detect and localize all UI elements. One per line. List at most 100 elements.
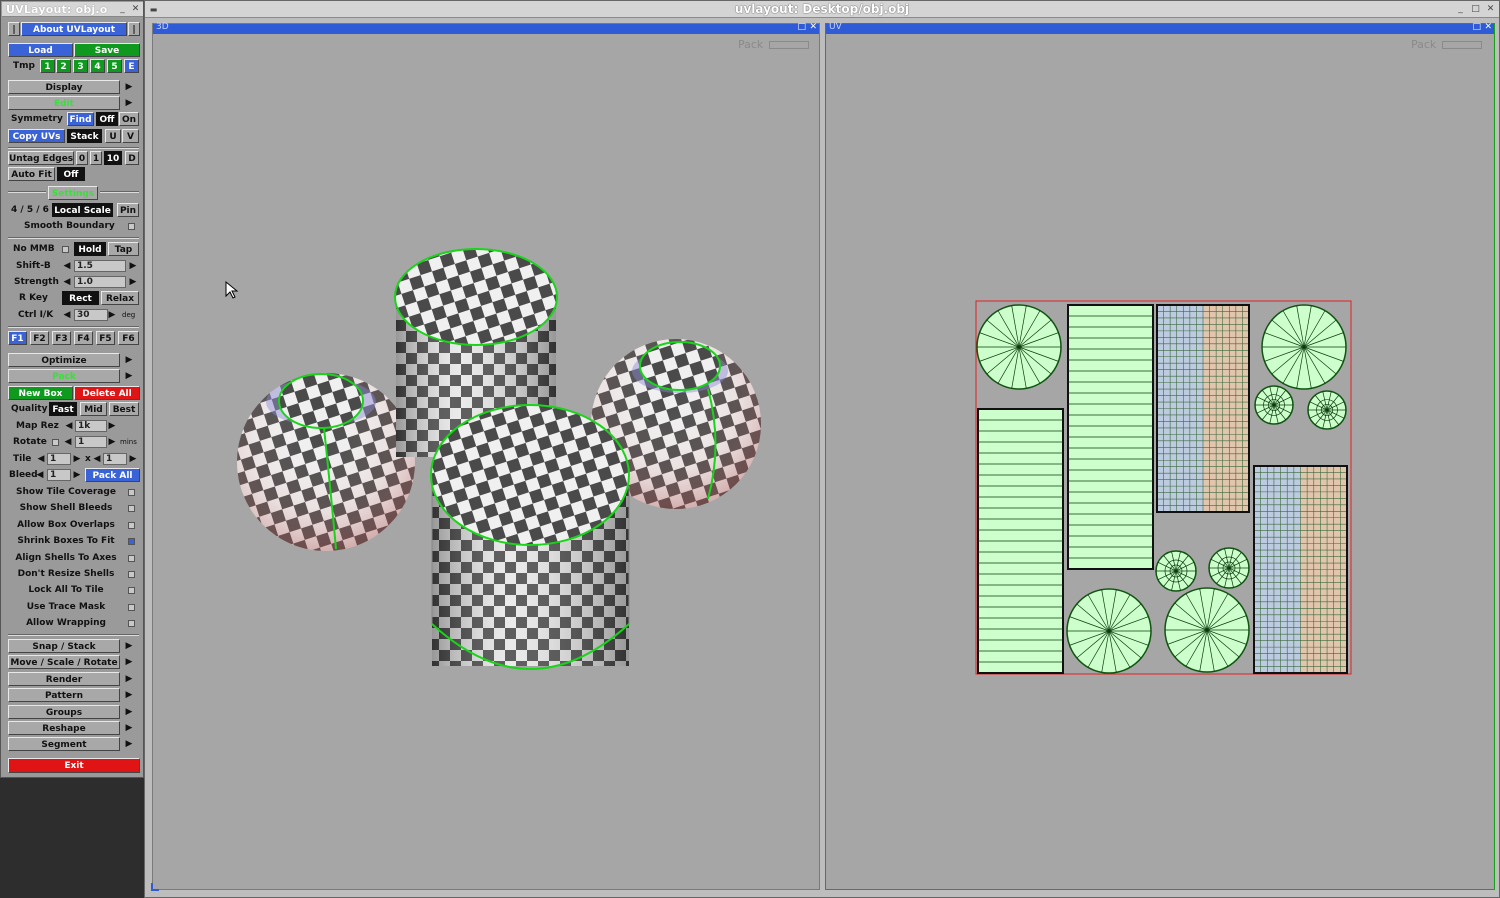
expand-icon[interactable]: ▶ <box>124 672 134 686</box>
f2-button[interactable]: F2 <box>30 331 49 345</box>
sphere-left[interactable] <box>237 373 415 551</box>
about-button[interactable]: About UVLayout <box>21 22 127 36</box>
menu-button[interactable]: Snap / Stack <box>8 639 120 653</box>
menu-button[interactable]: Render <box>8 671 120 686</box>
cylinder-front[interactable] <box>430 404 630 670</box>
minimize-icon[interactable]: _ <box>1455 4 1466 15</box>
menu-button[interactable]: Move / Scale / Rotate <box>8 655 120 670</box>
maximize-pane-icon[interactable]: □ <box>1472 22 1481 32</box>
display-expand-icon[interactable]: ▶ <box>124 80 134 94</box>
uv-shells[interactable] <box>976 304 1348 674</box>
u-button[interactable]: U <box>105 129 121 143</box>
ctrl-ik-increase-icon[interactable]: ▶ <box>107 308 117 322</box>
expand-icon[interactable]: ▶ <box>124 639 134 653</box>
f1-button[interactable]: F1 <box>8 331 27 345</box>
expand-icon[interactable]: ▶ <box>124 688 134 702</box>
shift-b-increase-icon[interactable]: ▶ <box>128 259 138 273</box>
option-checkbox[interactable] <box>128 489 135 496</box>
viewport-uv[interactable]: UV □ ✕ Pack <box>825 22 1495 890</box>
expand-icon[interactable]: ▶ <box>124 721 134 735</box>
expand-icon[interactable]: ▶ <box>124 655 134 669</box>
maximize-pane-icon[interactable]: □ <box>797 22 806 32</box>
map-rez-increase-icon[interactable]: ▶ <box>107 419 117 433</box>
tile-y-decrease-icon[interactable]: ◀ <box>92 452 102 466</box>
rotate-field[interactable]: 1 <box>75 436 107 448</box>
tmp-slot-3[interactable]: 3 <box>73 59 88 73</box>
relax-button[interactable]: Relax <box>101 291 139 305</box>
edit-expand-icon[interactable]: ▶ <box>124 96 134 110</box>
quality-fast-button[interactable]: Fast <box>49 402 77 416</box>
quality-mid-button[interactable]: Mid <box>80 402 107 416</box>
exit-button[interactable]: Exit <box>8 758 140 773</box>
load-button[interactable]: Load <box>8 43 73 57</box>
close-pane-icon[interactable]: ✕ <box>809 22 817 32</box>
tile-x-increase-icon[interactable]: ▶ <box>72 452 82 466</box>
pin-button[interactable]: Pin <box>117 203 139 217</box>
untag-edges-button[interactable]: Untag Edges <box>8 151 74 165</box>
option-checkbox[interactable] <box>128 571 135 578</box>
rect-button[interactable]: Rect <box>62 291 99 305</box>
tile-x-decrease-icon[interactable]: ◀ <box>36 452 46 466</box>
tmp-slot-2[interactable]: 2 <box>56 59 71 73</box>
bleed-increase-icon[interactable]: ▶ <box>72 468 82 482</box>
window-menu-icon[interactable]: ▬ <box>148 4 159 15</box>
tmp-slot-4[interactable]: 4 <box>90 59 105 73</box>
shift-b-field[interactable]: 1.5 <box>74 260 126 272</box>
auto-fit-toggle[interactable]: Off <box>57 167 85 181</box>
main-titlebar[interactable]: ▬ uvlayout: Desktop/obj.obj _ □ ✕ <box>145 1 1499 18</box>
strength-field[interactable]: 1.0 <box>74 276 126 288</box>
maximize-icon[interactable]: □ <box>1470 4 1481 15</box>
hold-button[interactable]: Hold <box>74 242 106 256</box>
auto-fit-button[interactable]: Auto Fit <box>8 167 55 181</box>
tile-x-field[interactable]: 1 <box>47 453 71 465</box>
shift-b-decrease-icon[interactable]: ◀ <box>62 259 72 273</box>
settings-header[interactable]: Settings <box>48 186 98 200</box>
viewport-3d[interactable]: 3D □ ✕ Pack <box>151 22 820 891</box>
optimize-menu-button[interactable]: Optimize <box>8 353 120 367</box>
symmetry-find-button[interactable]: Find <box>67 112 94 126</box>
quality-best-button[interactable]: Best <box>109 402 139 416</box>
toolbox-titlebar[interactable]: UVLayout: obj.o _ ✕ <box>2 2 143 17</box>
display-menu-button[interactable]: Display <box>8 80 120 94</box>
menu-button[interactable]: Segment <box>8 737 120 752</box>
rotate-decrease-icon[interactable]: ◀ <box>63 435 73 449</box>
scroll-right-icon[interactable]: | <box>128 22 140 36</box>
symmetry-on-button[interactable]: On <box>119 112 139 126</box>
close-icon[interactable]: ✕ <box>1485 4 1496 15</box>
rotate-checkbox[interactable] <box>52 439 59 446</box>
symmetry-off-button[interactable]: Off <box>96 112 118 126</box>
tmp-slot-e[interactable]: E <box>124 59 139 73</box>
option-checkbox[interactable] <box>128 538 135 546</box>
pack-menu-button[interactable]: Pack <box>8 369 120 383</box>
option-checkbox[interactable] <box>128 505 135 513</box>
pack-all-button[interactable]: Pack All <box>85 468 140 482</box>
optimize-expand-icon[interactable]: ▶ <box>124 353 134 367</box>
f3-button[interactable]: F3 <box>52 331 71 345</box>
tile-y-field[interactable]: 1 <box>103 453 127 465</box>
delete-all-button[interactable]: Delete All <box>74 386 140 400</box>
rotate-increase-icon[interactable]: ▶ <box>107 435 117 449</box>
minimize-icon[interactable]: _ <box>117 4 128 15</box>
close-icon[interactable]: ✕ <box>130 4 141 15</box>
pack-expand-icon[interactable]: ▶ <box>124 369 134 383</box>
menu-button[interactable]: Reshape <box>8 721 120 735</box>
new-box-button[interactable]: New Box <box>8 386 73 400</box>
menu-button[interactable]: Pattern <box>8 688 120 703</box>
expand-icon[interactable]: ▶ <box>124 705 134 719</box>
scroll-left-icon[interactable]: | <box>8 22 20 36</box>
bleed-field[interactable]: 1 <box>47 469 71 481</box>
strength-increase-icon[interactable]: ▶ <box>128 275 138 289</box>
bleed-decrease-icon[interactable]: ◀ <box>35 468 45 482</box>
map-rez-field[interactable]: 1k <box>75 420 107 432</box>
f6-button[interactable]: F6 <box>118 331 139 345</box>
f5-button[interactable]: F5 <box>96 331 115 345</box>
strength-decrease-icon[interactable]: ◀ <box>62 275 72 289</box>
no-mmb-checkbox[interactable] <box>62 246 69 253</box>
edge-opt-1[interactable]: 1 <box>90 151 102 165</box>
map-rez-decrease-icon[interactable]: ◀ <box>64 419 74 433</box>
expand-icon[interactable]: ▶ <box>124 737 134 751</box>
option-checkbox[interactable] <box>128 603 135 611</box>
option-checkbox[interactable] <box>128 587 135 595</box>
option-checkbox[interactable] <box>128 521 135 529</box>
option-checkbox[interactable] <box>128 554 135 562</box>
